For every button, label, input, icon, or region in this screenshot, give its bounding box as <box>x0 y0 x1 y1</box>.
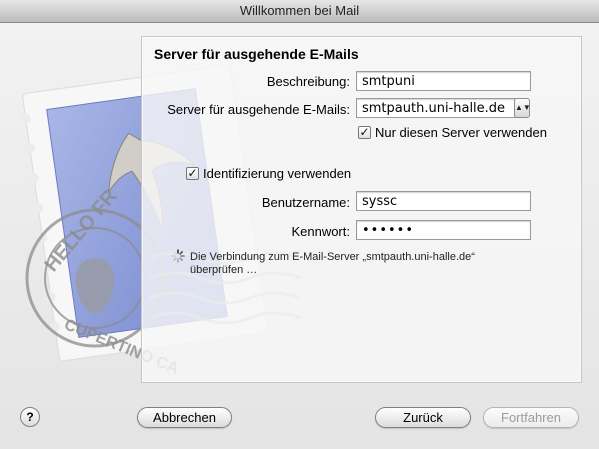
back-button[interactable]: Zurück <box>375 407 471 428</box>
username-field[interactable]: syssc <box>356 191 531 211</box>
spinner-icon <box>171 249 185 263</box>
server-select[interactable]: smtpauth.uni-halle.de <box>356 98 516 118</box>
window-title: Willkommen bei Mail <box>0 0 599 23</box>
password-label: Kennwort: <box>291 224 350 239</box>
help-button[interactable]: ? <box>20 407 40 427</box>
status-line-1: Die Verbindung zum E-Mail-Server „smtpau… <box>190 251 475 263</box>
use-auth-label: Identifizierung verwenden <box>203 166 352 181</box>
only-server-checkbox-row[interactable]: ✓ Nur diesen Server verwenden <box>358 125 547 140</box>
status-message: Die Verbindung zum E-Mail-Server „smtpau… <box>190 251 550 277</box>
panel-title: Server für ausgehende E-Mails <box>154 46 359 62</box>
description-label: Beschreibung: <box>266 74 350 89</box>
username-label: Benutzername: <box>261 195 350 210</box>
use-auth-checkbox[interactable]: ✓ <box>186 167 199 180</box>
continue-button[interactable]: Fortfahren <box>483 407 579 428</box>
server-label: Server für ausgehende E-Mails: <box>167 102 350 117</box>
cancel-button[interactable]: Abbrechen <box>137 407 232 428</box>
status-line-2: überprüfen … <box>190 264 258 276</box>
only-server-checkbox[interactable]: ✓ <box>358 126 371 139</box>
only-server-label: Nur diesen Server verwenden <box>375 125 547 140</box>
description-field[interactable]: smtpuni <box>356 71 531 91</box>
dropdown-arrow-icon[interactable]: ▲▼ <box>514 98 531 118</box>
use-auth-checkbox-row[interactable]: ✓ Identifizierung verwenden <box>186 166 351 181</box>
password-field[interactable]: •••••• <box>356 220 531 240</box>
